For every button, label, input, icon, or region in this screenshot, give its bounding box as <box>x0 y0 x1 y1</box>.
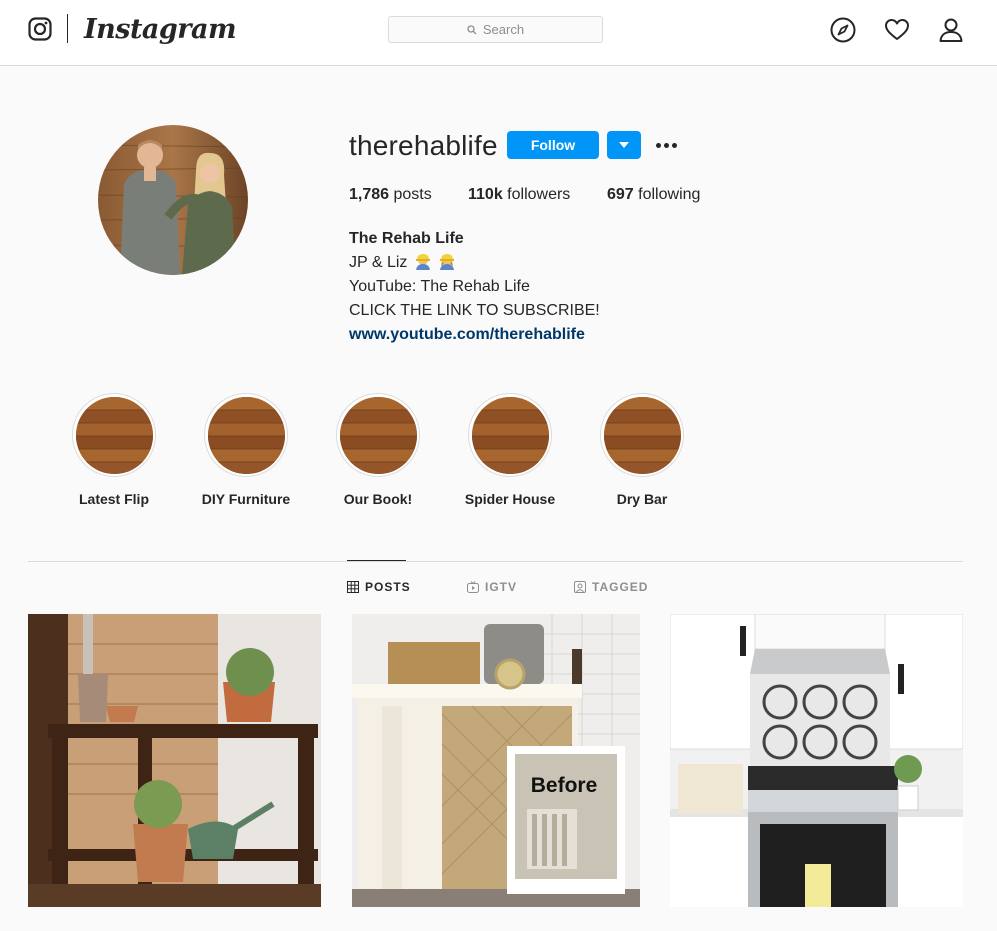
profile-full-name: The Rehab Life <box>349 230 464 247</box>
following-count: 697 <box>607 186 634 203</box>
story-highlight-cover <box>75 396 153 474</box>
profile-username: therehablife <box>349 130 498 161</box>
story-highlight-cover <box>339 396 417 474</box>
construction-worker-man-emoji-icon <box>415 254 430 270</box>
tab-igtv-label: IGTV <box>485 580 518 594</box>
post-overlay-text: Before <box>531 774 598 797</box>
story-highlight[interactable]: DIY Furniture <box>176 393 316 507</box>
follow-button[interactable]: Follow <box>507 131 599 159</box>
caret-down-icon <box>619 142 629 148</box>
igtv-icon <box>467 581 479 593</box>
posts-label: posts <box>393 186 432 203</box>
followers-stat[interactable]: 110k followers <box>468 186 570 204</box>
instagram-glyph-icon[interactable] <box>28 17 52 41</box>
story-highlight-label: Our Book! <box>343 491 413 507</box>
tagged-person-icon <box>574 581 586 593</box>
search-placeholder: Search <box>482 22 525 37</box>
construction-worker-woman-emoji-icon <box>440 254 455 270</box>
tab-tagged-label: TAGGED <box>592 580 649 594</box>
instagram-wordmark[interactable]: Instagram <box>84 14 237 45</box>
bio-line-youtube: YouTube: The Rehab Life <box>349 278 530 295</box>
story-highlight-cover <box>471 396 549 474</box>
more-options-icon[interactable] <box>654 135 678 155</box>
search-icon <box>467 24 477 34</box>
compass-icon[interactable] <box>830 17 856 43</box>
tabs-divider <box>28 561 963 562</box>
profile-bio: The Rehab Life JP & Liz YouTube: The Reh… <box>349 227 600 347</box>
posts-count-stat: 1,786 posts <box>349 186 432 204</box>
followers-count: 110k <box>468 186 503 203</box>
tab-posts-label: POSTS <box>365 580 411 594</box>
tab-posts[interactable]: POSTS <box>347 580 411 594</box>
story-highlight-ring[interactable] <box>72 393 156 477</box>
story-highlight[interactable]: Spider House <box>440 393 580 507</box>
bio-line: JP & Liz <box>349 251 600 275</box>
search-input[interactable]: Search <box>388 16 603 43</box>
story-highlight-label: Spider House <box>464 491 556 507</box>
grid-icon <box>347 581 359 593</box>
active-tab-indicator <box>347 560 406 561</box>
profile-avatar[interactable] <box>98 125 248 275</box>
following-label: following <box>638 186 701 203</box>
following-stat[interactable]: 697 following <box>607 186 700 204</box>
story-highlight-label: DIY Furniture <box>201 491 291 507</box>
post-thumbnail-radiator-cover[interactable]: Before <box>352 614 640 907</box>
bio-website-link[interactable]: www.youtube.com/therehablife <box>349 323 600 347</box>
followers-label: followers <box>507 186 571 203</box>
heart-icon[interactable] <box>884 17 910 43</box>
story-highlight-ring[interactable] <box>468 393 552 477</box>
story-highlight-ring[interactable] <box>204 393 288 477</box>
bio-line-names: JP & Liz <box>349 254 408 271</box>
story-highlight-cover <box>603 396 681 474</box>
posts-count: 1,786 <box>349 186 390 203</box>
story-highlight-label: Latest Flip <box>78 491 149 507</box>
story-highlight-ring[interactable] <box>336 393 420 477</box>
tab-tagged[interactable]: TAGGED <box>574 580 648 594</box>
story-highlight[interactable]: Our Book! <box>308 393 448 507</box>
story-highlight[interactable]: Dry Bar <box>572 393 712 507</box>
suggested-accounts-dropdown-button[interactable] <box>607 131 641 159</box>
post-thumbnail-kitchen-range[interactable] <box>670 614 963 907</box>
logo-divider <box>67 14 68 43</box>
bio-line-cta: CLICK THE LINK TO SUBSCRIBE! <box>349 302 600 319</box>
story-highlight-ring[interactable] <box>600 393 684 477</box>
story-highlight-cover <box>207 396 285 474</box>
story-highlight[interactable]: Latest Flip <box>44 393 184 507</box>
story-highlight-label: Dry Bar <box>616 491 668 507</box>
profile-icon[interactable] <box>938 17 964 43</box>
tab-igtv[interactable]: IGTV <box>467 580 517 594</box>
top-navigation-bar: Instagram Search <box>0 0 997 66</box>
post-thumbnail-potting-bench[interactable] <box>28 614 321 907</box>
